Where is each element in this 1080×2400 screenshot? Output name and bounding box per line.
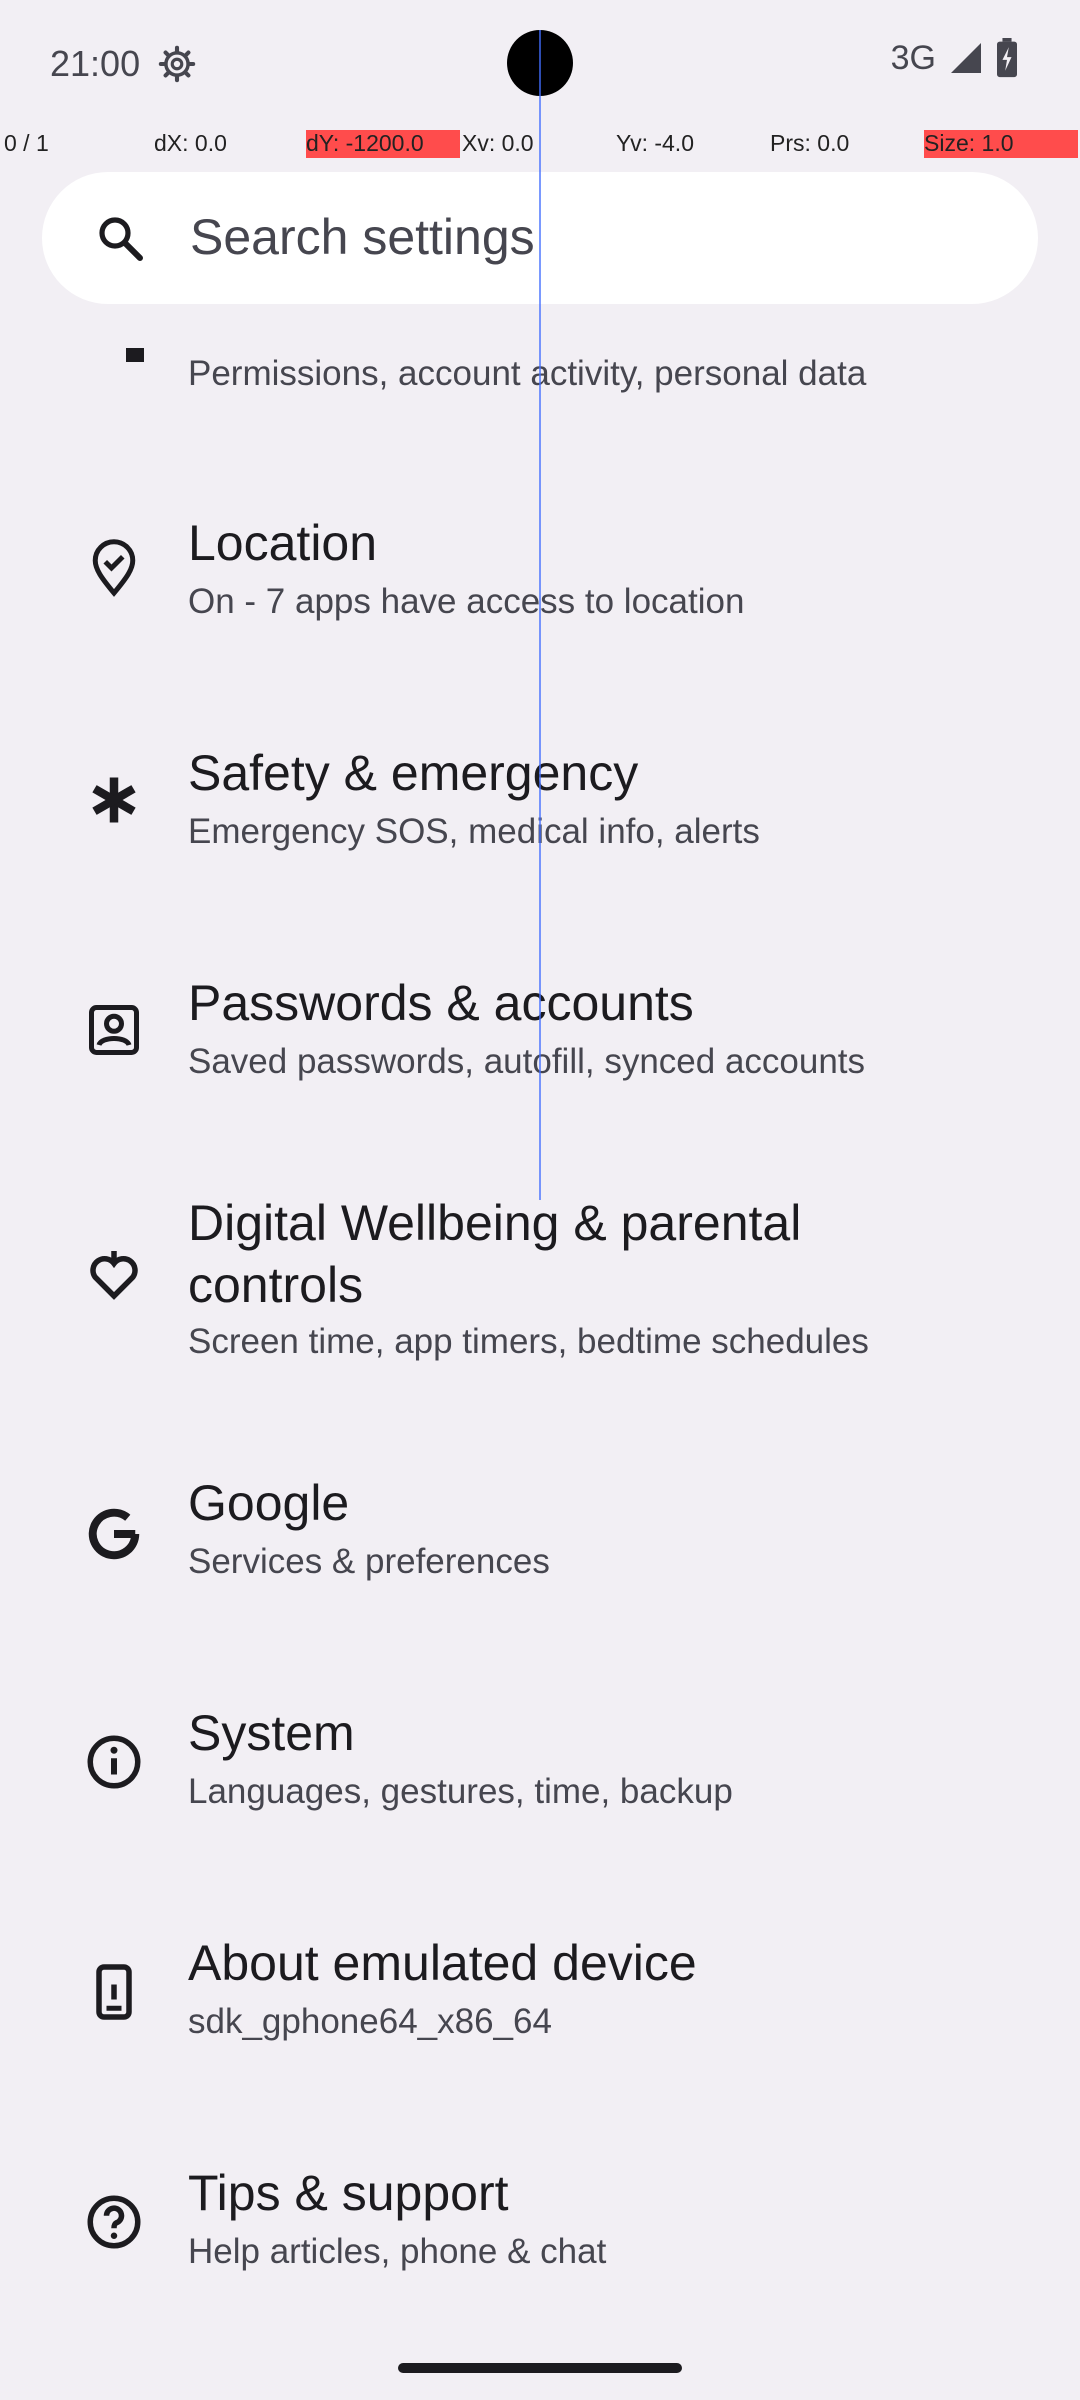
settings-item-title: About emulated device xyxy=(188,1935,697,1991)
gear-icon xyxy=(158,45,196,83)
pointer-yv: Yv: -4.0 xyxy=(616,130,694,156)
pointer-trace xyxy=(539,30,541,1200)
search-input[interactable]: Search settings xyxy=(190,208,535,266)
privacy-icon xyxy=(126,348,144,362)
emergency-icon xyxy=(92,777,136,823)
gesture-navigation-handle[interactable] xyxy=(398,2363,682,2373)
settings-item-title-line2: controls xyxy=(188,1257,364,1313)
settings-item-title: Location xyxy=(188,515,378,571)
accounts-icon xyxy=(89,1005,139,1055)
settings-item-summary: On - 7 apps have access to location xyxy=(188,582,745,621)
settings-item-title-line1: Digital Wellbeing & parental xyxy=(188,1195,802,1251)
settings-item-summary: sdk_gphone64_x86_64 xyxy=(188,2002,552,2041)
search-icon[interactable] xyxy=(96,214,144,262)
settings-item-system[interactable]: System Languages, gestures, time, backup xyxy=(0,1642,1080,1872)
settings-item-title: Tips & support xyxy=(188,2165,509,2221)
pointer-xv: Xv: 0.0 xyxy=(462,130,534,156)
device-icon xyxy=(96,1964,132,2020)
help-icon xyxy=(87,2195,141,2249)
settings-screen: 21:00 3G 0 / 1 dX: 0.0 dY: -1200.0 Xv: 0… xyxy=(0,0,1080,2400)
settings-item-about-device[interactable]: About emulated device sdk_gphone64_x86_6… xyxy=(0,1872,1080,2102)
settings-item-title: Google xyxy=(188,1475,350,1531)
settings-item-tips-support[interactable]: Tips & support Help articles, phone & ch… xyxy=(0,2102,1080,2332)
settings-item-summary: Emergency SOS, medical info, alerts xyxy=(188,812,760,851)
network-type: 3G xyxy=(890,38,936,77)
settings-item-summary: Languages, gestures, time, backup xyxy=(188,1772,733,1811)
settings-item-title: Passwords & accounts xyxy=(188,975,694,1031)
status-icons: 3G xyxy=(891,38,1018,78)
battery-icon xyxy=(997,38,1017,78)
settings-item-google[interactable]: Google Services & preferences xyxy=(0,1412,1080,1642)
settings-item-summary: Screen time, app timers, bedtime schedul… xyxy=(188,1322,869,1361)
pointer-count: 0 / 1 xyxy=(4,130,49,156)
wellbeing-icon xyxy=(90,1251,138,1300)
signal-icon xyxy=(951,43,981,73)
pointer-size: Size: 1.0 xyxy=(924,130,1078,158)
settings-item-summary: Permissions, account activity, personal … xyxy=(188,354,867,393)
system-icon xyxy=(87,1735,141,1789)
pointer-dx: dX: 0.0 xyxy=(154,130,227,156)
pointer-dy: dY: -1200.0 xyxy=(306,130,460,158)
status-time: 21:00 xyxy=(50,43,141,84)
settings-item-summary: Saved passwords, autofill, synced accoun… xyxy=(188,1042,866,1081)
settings-item-title: System xyxy=(188,1705,355,1761)
settings-item-title: Safety & emergency xyxy=(188,745,639,801)
google-icon xyxy=(88,1508,140,1560)
pointer-pressure: Prs: 0.0 xyxy=(770,130,850,156)
settings-item-summary: Services & preferences xyxy=(188,1542,550,1581)
settings-item-summary: Help articles, phone & chat xyxy=(188,2232,607,2271)
location-icon xyxy=(92,539,136,597)
